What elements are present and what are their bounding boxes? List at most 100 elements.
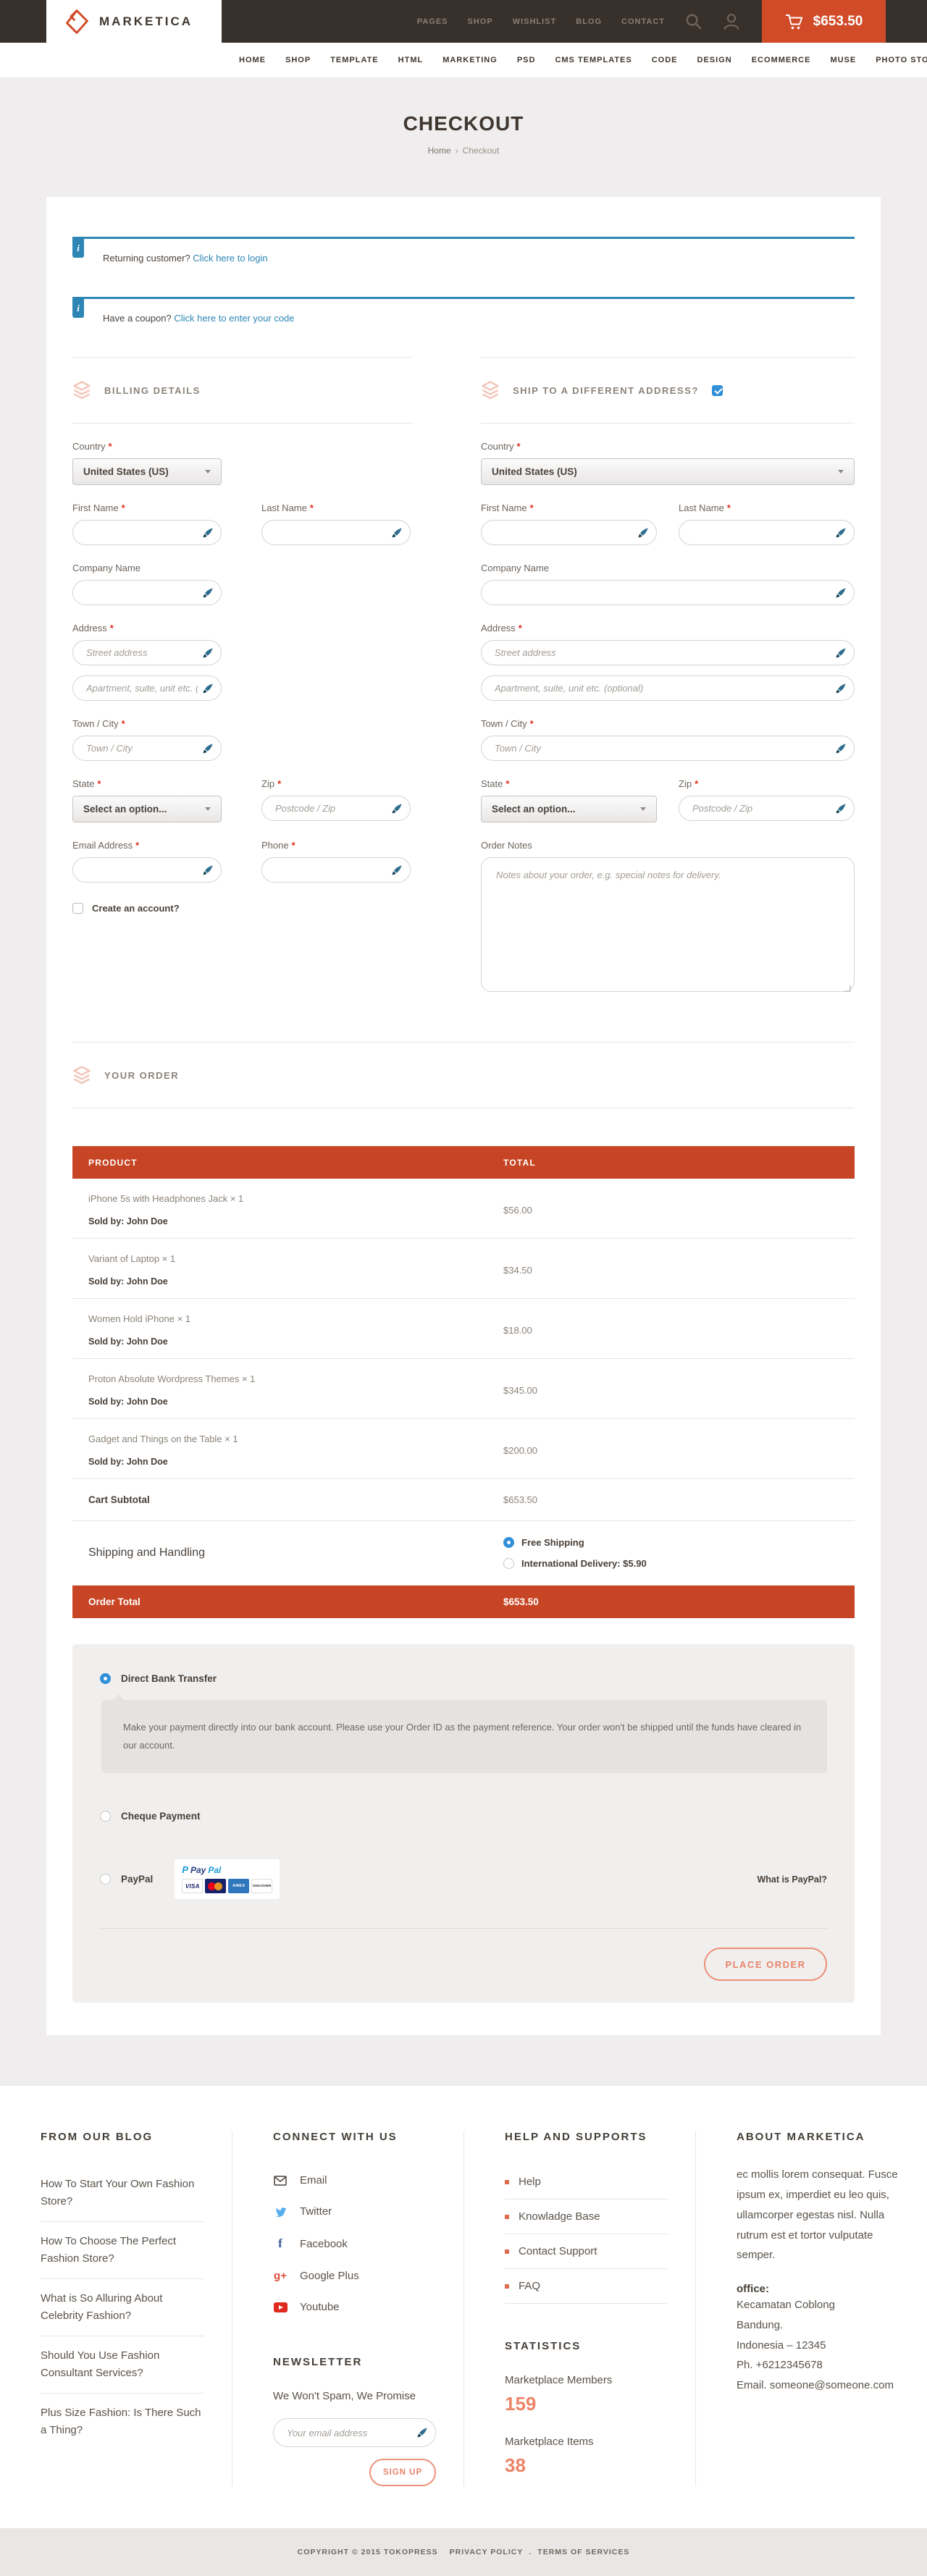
what-is-paypal-link[interactable]: What is PayPal? [757, 1874, 827, 1885]
privacy-policy-link[interactable]: PRIVACY POLICY [450, 2548, 524, 2556]
billing-email-input[interactable] [72, 857, 222, 883]
paypal-option[interactable]: PayPal PPayPal VISA AMEX DISCOVER What i… [100, 1859, 827, 1899]
order-notes-textarea[interactable] [481, 857, 855, 992]
shipping-company-input[interactable] [481, 580, 855, 605]
user-account-icon[interactable] [723, 13, 740, 30]
billing-zip-input[interactable] [261, 796, 411, 821]
brand-logo[interactable]: MARKETICA [46, 0, 222, 43]
nav-cms-templates[interactable]: CMS TEMPLATES [555, 56, 632, 64]
bank-transfer-option[interactable]: Direct Bank Transfer [100, 1673, 827, 1684]
nav-photo-stocks[interactable]: PHOTO STOCKS [876, 56, 927, 64]
blog-link[interactable]: How To Choose The Perfect Fashion Store? [41, 2222, 204, 2279]
international-delivery-option[interactable]: International Delivery: $5.90 [503, 1558, 855, 1569]
connect-youtube-link[interactable]: Youtube [273, 2291, 436, 2323]
pen-icon [203, 528, 213, 538]
nav-muse[interactable]: MUSE [830, 56, 856, 64]
billing-apartment-input[interactable] [72, 675, 222, 701]
billing-phone-input[interactable] [261, 857, 411, 883]
nav-code[interactable]: CODE [652, 56, 678, 64]
breadcrumb-home[interactable]: Home [428, 146, 451, 156]
nav-design[interactable]: DESIGN [697, 56, 732, 64]
visa-card-icon: VISA [182, 1879, 203, 1893]
blog-link[interactable]: How To Start Your Own Fashion Store? [41, 2165, 204, 2222]
footer-connect-heading: CONNECT WITH US [273, 2131, 436, 2143]
free-shipping-option[interactable]: Free Shipping [503, 1537, 855, 1548]
search-icon[interactable] [685, 13, 702, 30]
billing-first-name-input[interactable] [72, 520, 222, 545]
shipping-heading-text: SHIP TO A DIFFERENT ADDRESS? [513, 385, 699, 396]
order-table-header: PRODUCT TOTAL [72, 1146, 855, 1179]
resize-grip-icon[interactable] [844, 985, 851, 992]
terms-link[interactable]: TERMS OF SERVICES [537, 2548, 629, 2556]
topnav-wishlist[interactable]: WISHLIST [513, 17, 557, 26]
nav-ecommerce[interactable]: ECOMMERCE [752, 56, 811, 64]
topnav-shop[interactable]: SHOP [468, 17, 493, 26]
nav-psd[interactable]: PSD [517, 56, 536, 64]
coupon-link[interactable]: Click here to enter your code [174, 313, 294, 324]
shipping-zip-input[interactable] [679, 796, 855, 821]
cart-button[interactable]: $653.50 [762, 0, 886, 43]
topnav-blog[interactable]: BLOG [576, 17, 602, 26]
zip-label: Zip [679, 778, 692, 789]
shipping-country-select[interactable]: United States (US) [481, 458, 855, 485]
state-label: State [72, 778, 94, 789]
ship-to-different-checkbox[interactable] [712, 385, 723, 396]
connect-email-link[interactable]: Email [273, 2165, 436, 2196]
blog-link[interactable]: What is So Alluring About Celebrity Fash… [41, 2279, 204, 2336]
bank-transfer-label: Direct Bank Transfer [121, 1673, 217, 1684]
required-mark: * [530, 718, 534, 729]
pen-icon [836, 648, 846, 658]
international-delivery-radio[interactable] [503, 1558, 514, 1569]
tag-logo-icon [64, 9, 90, 35]
help-link[interactable]: Knowladge Base [505, 2200, 668, 2234]
topnav-pages[interactable]: PAGES [417, 17, 448, 26]
nav-shop[interactable]: SHOP [285, 56, 311, 64]
nav-marketing[interactable]: MARKETING [442, 56, 498, 64]
blog-link[interactable]: Should You Use Fashion Consultant Servic… [41, 2336, 204, 2394]
footer-about-column: ABOUT MARKETICA ec mollis lorem consequa… [695, 2131, 927, 2486]
cheque-payment-option[interactable]: Cheque Payment [100, 1811, 827, 1822]
connect-twitter-link[interactable]: Twitter [273, 2196, 436, 2227]
state-value: Select an option... [83, 804, 167, 815]
billing-company-input[interactable] [72, 580, 222, 605]
nav-html[interactable]: HTML [398, 56, 424, 64]
login-link[interactable]: Click here to login [193, 253, 267, 264]
shipping-last-name-input[interactable] [679, 520, 855, 545]
blog-link[interactable]: Plus Size Fashion: Is There Such a Thing… [41, 2394, 204, 2450]
signup-button[interactable]: SIGN UP [369, 2459, 436, 2486]
shipping-apartment-input[interactable] [481, 675, 855, 701]
shipping-street-input[interactable] [481, 640, 855, 665]
topnav-contact[interactable]: CONTACT [621, 17, 665, 26]
shipping-state-select[interactable]: Select an option... [481, 796, 657, 822]
layers-icon [481, 381, 500, 400]
billing-street-input[interactable] [72, 640, 222, 665]
pen-icon [203, 588, 213, 598]
shipping-town-input[interactable] [481, 736, 855, 761]
create-account-checkbox[interactable] [72, 903, 83, 914]
bank-transfer-radio[interactable] [100, 1673, 111, 1684]
cheque-payment-radio[interactable] [100, 1811, 111, 1822]
shipping-first-name-input[interactable] [481, 520, 657, 545]
nav-template[interactable]: TEMPLATE [330, 56, 378, 64]
billing-country-select[interactable]: United States (US) [72, 458, 222, 485]
billing-last-name-input[interactable] [261, 520, 411, 545]
connect-googleplus-link[interactable]: g+Google Plus [273, 2260, 436, 2291]
help-link[interactable]: Help [505, 2165, 668, 2200]
billing-town-input[interactable] [72, 736, 222, 761]
place-order-button[interactable]: PLACE ORDER [704, 1948, 827, 1981]
statistics-block: STATISTICS Marketplace Members 159 Marke… [505, 2340, 668, 2477]
nav-home[interactable]: HOME [239, 56, 266, 64]
free-shipping-radio[interactable] [503, 1537, 514, 1548]
help-link[interactable]: Contact Support [505, 2234, 668, 2269]
connect-facebook-link[interactable]: fFacebook [273, 2227, 436, 2260]
billing-state-select[interactable]: Select an option... [72, 796, 222, 822]
order-table: PRODUCT TOTAL iPhone 5s with Headphones … [72, 1146, 855, 1618]
pen-icon [203, 744, 213, 754]
paypal-radio[interactable] [100, 1874, 111, 1885]
create-account-option[interactable]: Create an account? [72, 903, 413, 914]
newsletter-email-input[interactable] [273, 2418, 436, 2447]
required-mark: * [506, 778, 509, 789]
pen-icon [392, 528, 402, 538]
help-link[interactable]: FAQ [505, 2269, 668, 2304]
statistics-heading: STATISTICS [505, 2340, 668, 2352]
